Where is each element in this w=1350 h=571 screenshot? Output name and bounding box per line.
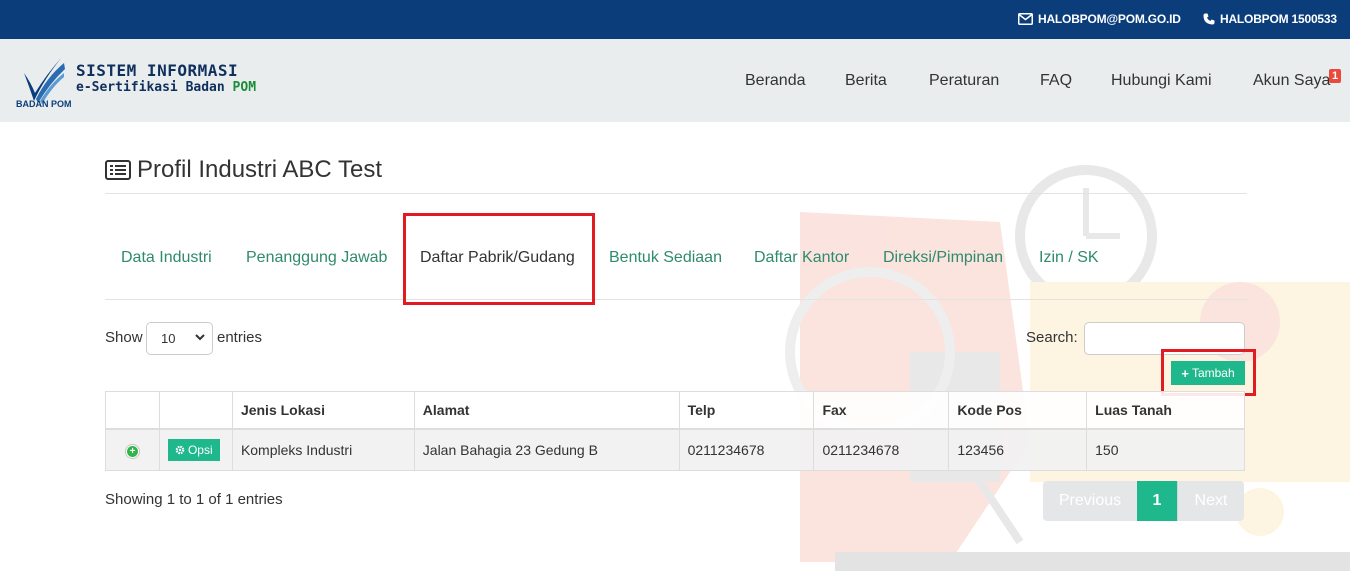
- opsi-button[interactable]: Opsi: [167, 438, 220, 461]
- cell-alamat: Jalan Bahagia 23 Gedung B: [413, 428, 680, 471]
- nav-beranda[interactable]: Beranda: [745, 72, 806, 90]
- brand-line2-text: e-Sertifikasi Badan: [76, 80, 233, 95]
- nav-faq[interactable]: FAQ: [1040, 72, 1072, 90]
- phone-icon: [1203, 13, 1215, 25]
- brand-line2: e-Sertifikasi Badan POM: [76, 80, 256, 95]
- col-header-kode-pos[interactable]: Kode Pos: [948, 391, 1088, 429]
- entries-length-select[interactable]: 10: [146, 322, 213, 355]
- brand-pom: POM: [232, 80, 257, 95]
- nav-akun-saya[interactable]: Akun Saya: [1253, 72, 1330, 90]
- expand-row-icon[interactable]: +: [125, 443, 140, 459]
- contact-phone-text: HALOBPOM 1500533: [1220, 12, 1337, 26]
- page-title: Profil Industri ABC Test: [105, 156, 382, 184]
- list-alt-icon: [105, 160, 131, 180]
- col-header-expand: [105, 391, 160, 429]
- page-title-text: Profil Industri ABC Test: [137, 156, 382, 183]
- contact-email[interactable]: HALOBPOM@POM.GO.ID: [1018, 12, 1181, 26]
- entries-label: entries: [217, 329, 263, 346]
- gear-icon: [175, 445, 185, 455]
- logo-caption: BADAN POM: [16, 99, 72, 109]
- table-header-row: Jenis Lokasi Alamat Telp Fax Kode Pos Lu…: [105, 391, 1245, 429]
- col-header-fax[interactable]: Fax: [813, 391, 950, 429]
- highlight-box-active-tab: [403, 213, 595, 305]
- nav-peraturan[interactable]: Peraturan: [929, 72, 999, 90]
- pabrik-gudang-table: Jenis Lokasi Alamat Telp Fax Kode Pos Lu…: [105, 391, 1245, 471]
- tab-daftar-kantor[interactable]: Daftar Kantor: [754, 249, 849, 267]
- cell-kode-pos: 123456: [948, 428, 1088, 471]
- brand-line1: SISTEM INFORMASI: [76, 61, 239, 80]
- background-illustration: [785, 165, 1350, 571]
- site-header: BADAN POM SISTEM INFORMASI e-Sertifikasi…: [0, 39, 1350, 122]
- pagination: Previous 1 Next: [1043, 481, 1244, 521]
- contact-phone[interactable]: HALOBPOM 1500533: [1203, 12, 1337, 26]
- envelope-icon: [1018, 13, 1033, 25]
- show-label: Show: [105, 329, 143, 346]
- tab-data-industri[interactable]: Data Industri: [121, 249, 212, 267]
- col-header-luas-tanah[interactable]: Luas Tanah: [1086, 391, 1245, 429]
- cell-action: Opsi: [158, 428, 233, 471]
- cell-luas-tanah: 150: [1086, 428, 1245, 471]
- pagination-next[interactable]: Next: [1177, 481, 1244, 521]
- opsi-label: Opsi: [187, 442, 213, 457]
- contact-email-text: HALOBPOM@POM.GO.ID: [1038, 12, 1181, 26]
- entries-length-value: 10: [161, 331, 176, 346]
- search-label: Search:: [1026, 329, 1078, 346]
- col-header-telp[interactable]: Telp: [678, 391, 815, 429]
- col-header-action: [158, 391, 233, 429]
- nav-hubungi-kami[interactable]: Hubungi Kami: [1111, 72, 1212, 90]
- title-divider: [105, 193, 1247, 194]
- chevron-down-icon: [195, 334, 205, 341]
- tab-penanggung-jawab[interactable]: Penanggung Jawab: [246, 249, 387, 267]
- nav-berita[interactable]: Berita: [845, 72, 887, 90]
- pagination-previous[interactable]: Previous: [1043, 481, 1137, 521]
- col-header-alamat[interactable]: Alamat: [413, 391, 680, 429]
- table-info: Showing 1 to 1 of 1 entries: [105, 491, 283, 508]
- table-row: + Opsi Kompleks Industri Jalan Bahagia 2…: [105, 428, 1245, 471]
- highlight-box-tambah: [1161, 349, 1256, 396]
- cell-telp: 0211234678: [678, 428, 815, 471]
- tab-direksi-pimpinan[interactable]: Direksi/Pimpinan: [883, 249, 1003, 267]
- cell-fax: 0211234678: [813, 428, 950, 471]
- cell-expand: +: [105, 428, 160, 471]
- pagination-page-1[interactable]: 1: [1137, 481, 1177, 521]
- brand-title[interactable]: SISTEM INFORMASI e-Sertifikasi Badan POM: [76, 61, 256, 95]
- top-contact-bar: HALOBPOM@POM.GO.ID HALOBPOM 1500533: [0, 0, 1350, 39]
- cell-jenis-lokasi: Kompleks Industri: [231, 428, 415, 471]
- col-header-jenis-lokasi[interactable]: Jenis Lokasi: [231, 391, 415, 429]
- notification-badge: 1: [1329, 69, 1342, 83]
- profile-tabs: Data Industri Penanggung Jawab Daftar Pa…: [105, 214, 1247, 300]
- tab-bentuk-sediaan[interactable]: Bentuk Sediaan: [609, 249, 722, 267]
- tab-izin-sk[interactable]: Izin / SK: [1039, 249, 1099, 267]
